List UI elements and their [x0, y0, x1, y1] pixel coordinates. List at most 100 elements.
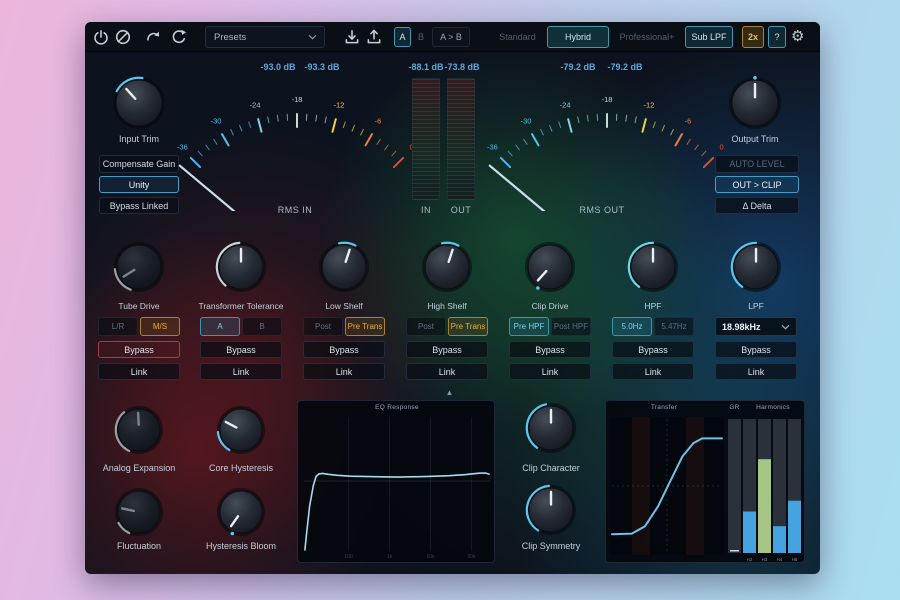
- sub-lpf-button[interactable]: Sub LPF: [685, 26, 733, 48]
- clip-drive-knob[interactable]: [524, 241, 576, 293]
- vu-scale-label: -12: [333, 101, 344, 110]
- ab-slot-a-button[interactable]: A: [394, 27, 411, 47]
- out-bar-meter: [447, 78, 475, 200]
- bypass-linked-label: Bypass Linked: [110, 201, 169, 211]
- clip-drive-bypass-button[interactable]: Bypass: [509, 341, 591, 358]
- hpf-toggle-freq-b[interactable]: 5.47Hz: [654, 317, 694, 336]
- high-shelf-label: High Shelf: [403, 301, 491, 311]
- output-trim-knob[interactable]: [728, 76, 782, 130]
- input-trim-knob[interactable]: [112, 76, 166, 130]
- low-shelf-bypass-button[interactable]: Bypass: [303, 341, 385, 358]
- rms-out-vu-meter: -36-30-24-18-12-60: [487, 66, 727, 211]
- vu-scale-label: -30: [521, 117, 532, 126]
- unity-button[interactable]: Unity: [99, 176, 179, 193]
- high-shelf-toggle-pretrans[interactable]: Pre Trans: [448, 317, 488, 336]
- high-shelf-link-button[interactable]: Link: [406, 363, 488, 380]
- ab-slot-b-button[interactable]: B: [414, 27, 428, 47]
- collapse-panel-arrow[interactable]: ▲: [442, 388, 457, 397]
- lpf-freq-dropdown[interactable]: 18.98kHz: [715, 317, 797, 336]
- eq-curve: [305, 473, 489, 550]
- low-shelf-link-button[interactable]: Link: [303, 363, 385, 380]
- harmonics-title: Harmonics: [742, 404, 804, 411]
- harmonic-bar: [743, 512, 756, 554]
- tube-drive-bypass-button[interactable]: Bypass: [98, 341, 180, 358]
- mode-professional-button[interactable]: Professional+: [613, 27, 681, 47]
- in-meter-label: IN: [411, 205, 441, 215]
- ab-copy-button[interactable]: A > B: [432, 27, 470, 47]
- compensate-gain-button[interactable]: Compensate Gain: [99, 155, 179, 173]
- harmonic-bar-label: H5: [792, 557, 798, 562]
- processor-column-transformer: Transformer Tolerance A B Bypass Link: [197, 241, 285, 380]
- knob-graphic: [421, 241, 473, 293]
- transformer-toggle-a[interactable]: A: [200, 317, 240, 336]
- high-shelf-toggle-post[interactable]: Post: [406, 317, 446, 336]
- hpf-bypass-button[interactable]: Bypass: [612, 341, 694, 358]
- redo-cycle-icon[interactable]: [170, 28, 188, 46]
- bypass-circle-slash-icon[interactable]: [114, 28, 132, 46]
- analog-expansion-label: Analog Expansion: [85, 463, 193, 473]
- low-shelf-toggle-post[interactable]: Post: [303, 317, 343, 336]
- clip-symmetry-knob[interactable]: [525, 484, 577, 536]
- low-shelf-knob[interactable]: [318, 241, 370, 293]
- auto-level-button[interactable]: AUTO LEVEL: [715, 155, 799, 173]
- tube-drive-toggle-ms[interactable]: M/S: [140, 317, 180, 336]
- low-shelf-toggle-pretrans[interactable]: Pre Trans: [345, 317, 385, 336]
- transformer-bypass-button[interactable]: Bypass: [200, 341, 282, 358]
- gr-meter-tick: [730, 550, 739, 552]
- lpf-knob[interactable]: [730, 241, 782, 293]
- transformer-link-button[interactable]: Link: [200, 363, 282, 380]
- clip-symmetry-label: Clip Symmetry: [491, 541, 611, 551]
- clip-drive-link-button[interactable]: Link: [509, 363, 591, 380]
- save-preset-icon[interactable]: [343, 28, 361, 46]
- eq-x-label: 20k: [467, 554, 476, 560]
- settings-gear-icon[interactable]: ⚙: [791, 27, 804, 45]
- tube-drive-link-button[interactable]: Link: [98, 363, 180, 380]
- power-icon[interactable]: [92, 28, 110, 46]
- lpf-bypass-button[interactable]: Bypass: [715, 341, 797, 358]
- transformer-toggle-b[interactable]: B: [242, 317, 282, 336]
- tube-drive-toggle-lr[interactable]: L/R: [98, 317, 138, 336]
- undo-icon[interactable]: [144, 28, 162, 46]
- oversampling-button[interactable]: 2x: [742, 26, 764, 48]
- tube-drive-knob[interactable]: [113, 241, 165, 293]
- fluctuation-knob[interactable]: [114, 487, 164, 537]
- mode-standard-label: Standard: [499, 32, 536, 42]
- high-shelf-bypass-button[interactable]: Bypass: [406, 341, 488, 358]
- analog-expansion-knob[interactable]: [114, 405, 164, 455]
- help-button[interactable]: ?: [768, 26, 786, 48]
- rms-in-meter-label: RMS IN: [245, 205, 345, 215]
- delta-button[interactable]: Δ Delta: [715, 197, 799, 214]
- rms-in-vu-meter: -36-30-24-18-12-60: [177, 66, 417, 211]
- transformer-tolerance-knob[interactable]: [215, 241, 267, 293]
- core-hysteresis-knob[interactable]: [216, 405, 266, 455]
- eq-response-graph: 1001k10k20k: [298, 401, 494, 569]
- hpf-toggle-freq-a[interactable]: 5.0Hz: [612, 317, 652, 336]
- presets-dropdown[interactable]: Presets: [205, 26, 325, 48]
- clip-drive-toggle-posthpf[interactable]: Post HPF: [551, 317, 591, 336]
- hpf-knob[interactable]: [627, 241, 679, 293]
- hysteresis-bloom-knob[interactable]: [216, 487, 266, 537]
- hpf-link-button[interactable]: Link: [612, 363, 694, 380]
- lpf-link-button[interactable]: Link: [715, 363, 797, 380]
- high-shelf-knob[interactable]: [421, 241, 473, 293]
- out-meter-label: OUT: [444, 205, 478, 215]
- sub-lpf-label: Sub LPF: [691, 32, 726, 42]
- chevron-down-icon: [781, 324, 790, 330]
- clip-drive-toggle-prehpf[interactable]: Pre HPF: [509, 317, 549, 336]
- clip-character-label: Clip Character: [491, 463, 611, 473]
- clip-character-knob[interactable]: [525, 402, 577, 454]
- mode-hybrid-button[interactable]: Hybrid: [547, 26, 609, 48]
- knob-graphic: [216, 487, 266, 537]
- mode-standard-button[interactable]: Standard: [490, 27, 545, 47]
- load-preset-icon[interactable]: [365, 28, 383, 46]
- out-clip-button[interactable]: OUT > CLIP: [715, 176, 799, 193]
- bypass-linked-button[interactable]: Bypass Linked: [99, 197, 179, 214]
- knob-graphic: [730, 241, 782, 293]
- vu-scale-label: -30: [211, 117, 222, 126]
- unity-label: Unity: [129, 180, 150, 190]
- transfer-harmonics-graph: H2H3H4H5: [606, 401, 804, 569]
- harmonic-bar-label: H3: [762, 557, 768, 562]
- presets-label: Presets: [214, 32, 246, 43]
- processor-column-tube-drive: Tube Drive L/R M/S Bypass Link: [95, 241, 183, 380]
- knob-graphic: [114, 487, 164, 537]
